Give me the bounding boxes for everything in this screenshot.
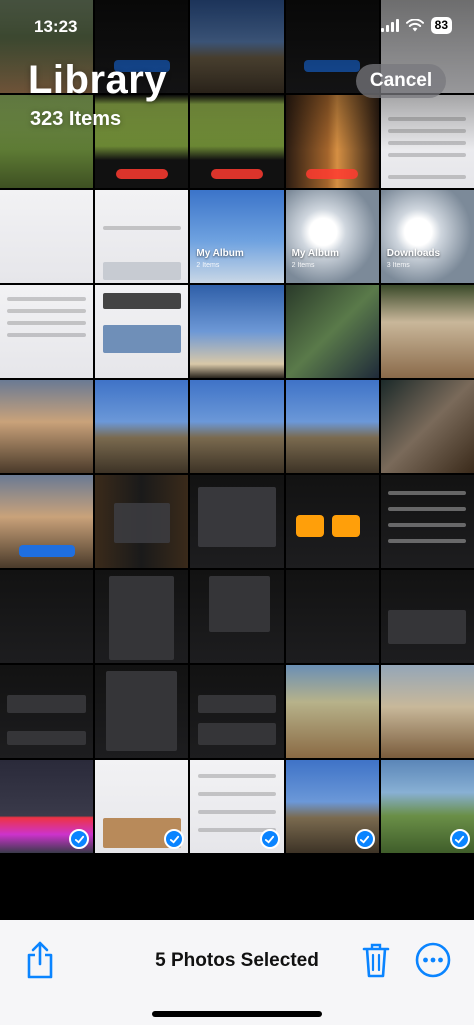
page-title: Library [28, 58, 168, 102]
photo-thumbnail[interactable] [285, 95, 379, 188]
album-thumbnail[interactable]: Downloads 3 Items [380, 190, 474, 283]
cellular-signal-icon [380, 19, 399, 32]
photo-thumbnail[interactable] [0, 475, 94, 568]
album-name: Downloads [386, 248, 441, 259]
photo-thumbnail[interactable] [285, 475, 379, 568]
photo-thumbnail[interactable] [285, 760, 379, 853]
photo-thumbnail[interactable] [380, 475, 474, 568]
photo-thumbnail[interactable] [190, 475, 284, 568]
photo-thumbnail[interactable] [190, 95, 284, 188]
photo-thumbnail[interactable] [0, 665, 94, 758]
trash-icon[interactable] [360, 940, 392, 980]
photo-thumbnail[interactable] [190, 760, 284, 853]
status-icons: 83 [380, 17, 452, 34]
photo-thumbnail[interactable] [0, 285, 94, 378]
photo-thumbnail[interactable] [95, 760, 189, 853]
album-count: 3 Items [386, 262, 410, 269]
photo-thumbnail[interactable] [95, 380, 189, 473]
photo-grid: My Album 2 Items My Album 2 Items Downlo… [0, 0, 474, 920]
photo-thumbnail[interactable] [380, 760, 474, 853]
photo-thumbnail[interactable] [285, 570, 379, 663]
photo-thumbnail[interactable] [285, 285, 379, 378]
battery-icon: 83 [430, 17, 452, 34]
photo-thumbnail[interactable] [380, 285, 474, 378]
photo-thumbnail[interactable] [380, 665, 474, 758]
home-indicator [152, 1011, 322, 1017]
selection-count: 5 Photos Selected [155, 950, 319, 971]
photo-thumbnail[interactable] [190, 380, 284, 473]
selected-checkmark-icon [449, 829, 470, 849]
photo-thumbnail[interactable] [285, 665, 379, 758]
item-count: 323 Items [30, 108, 122, 130]
photo-thumbnail[interactable] [380, 95, 474, 188]
photo-thumbnail[interactable] [0, 190, 94, 283]
selected-checkmark-icon [354, 829, 375, 849]
album-name: My Album [196, 248, 244, 259]
photo-thumbnail[interactable] [190, 570, 284, 663]
photo-thumbnail[interactable] [95, 665, 189, 758]
photo-thumbnail[interactable] [95, 190, 189, 283]
photo-thumbnail[interactable] [95, 285, 189, 378]
cancel-button[interactable]: Cancel [356, 64, 446, 98]
album-count: 2 Items [196, 262, 220, 269]
photo-thumbnail[interactable] [95, 570, 189, 663]
photo-thumbnail[interactable] [285, 380, 379, 473]
status-time: 13:23 [34, 17, 78, 36]
photo-thumbnail[interactable] [190, 665, 284, 758]
photo-thumbnail[interactable] [190, 285, 284, 378]
photo-thumbnail[interactable] [95, 475, 189, 568]
wifi-icon [405, 19, 424, 32]
photo-thumbnail[interactable] [0, 570, 94, 663]
photo-thumbnail[interactable] [380, 380, 474, 473]
photo-thumbnail[interactable] [0, 760, 94, 853]
selection-toolbar: 5 Photos Selected [0, 920, 474, 1025]
album-count: 2 Items [291, 262, 315, 269]
album-name: My Album [291, 248, 339, 259]
photo-thumbnail[interactable] [380, 570, 474, 663]
more-options-icon[interactable] [415, 942, 451, 978]
album-thumbnail[interactable]: My Album 2 Items [190, 190, 284, 283]
selected-checkmark-icon [259, 829, 280, 849]
album-thumbnail[interactable]: My Album 2 Items [285, 190, 379, 283]
photo-thumbnail[interactable] [0, 380, 94, 473]
photo-thumbnail[interactable] [190, 0, 284, 93]
